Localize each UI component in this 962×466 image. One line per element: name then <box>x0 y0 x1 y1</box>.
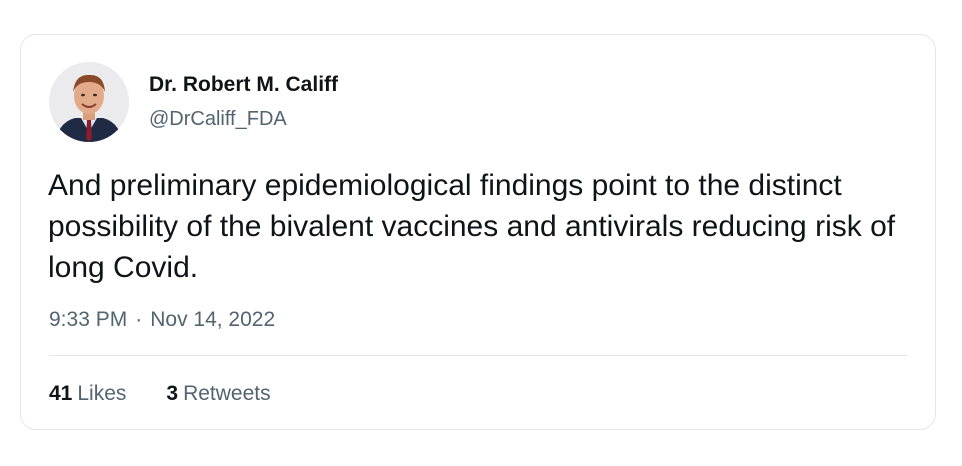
tweet-time: 9:33 PM <box>49 308 128 331</box>
likes-count: 41 <box>49 382 73 405</box>
profile-photo-icon <box>49 62 129 142</box>
tweet-date: Nov 14, 2022 <box>150 308 276 331</box>
tweet-stats: 41 Likes 3 Retweets <box>49 382 271 406</box>
timestamp-separator: · <box>135 308 143 331</box>
retweets-count: 3 <box>166 382 179 405</box>
likes-label: Likes <box>77 382 127 405</box>
tweet-text: And preliminary epidemiological findings… <box>48 169 896 284</box>
avatar[interactable] <box>49 62 129 142</box>
retweets-stat[interactable]: 3 Retweets <box>166 382 270 406</box>
tweet-timestamp[interactable]: 9:33 PM · Nov 14, 2022 <box>49 308 275 332</box>
tweet-card: Dr. Robert M. Califf @DrCaliff_FDA And p… <box>20 34 936 430</box>
likes-stat[interactable]: 41 Likes <box>49 382 126 406</box>
retweets-label: Retweets <box>183 382 271 405</box>
author-handle[interactable]: @DrCaliff_FDA <box>149 108 287 131</box>
divider <box>49 355 907 356</box>
author-display-name[interactable]: Dr. Robert M. Califf <box>149 73 338 97</box>
